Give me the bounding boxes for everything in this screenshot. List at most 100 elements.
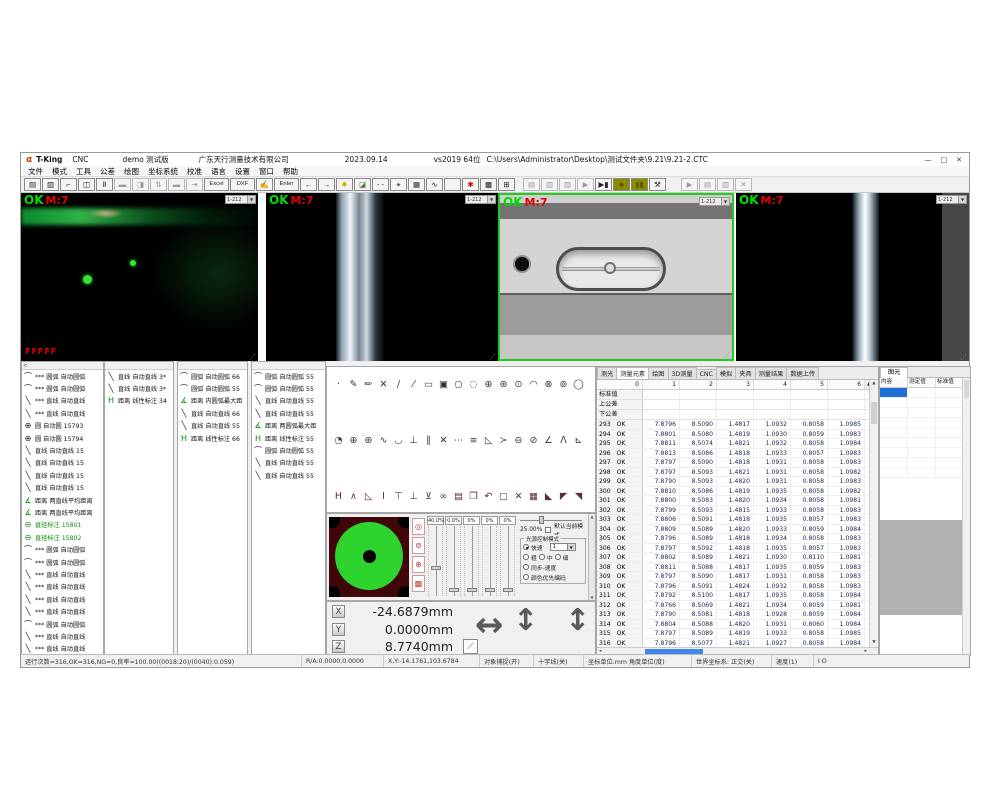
feature-item[interactable]: ╲直线 自动直线 66 [178,407,247,419]
light-slider[interactable]: 0.0% [445,516,462,598]
feature-item[interactable]: ⊕圆 自动圆 15793 [22,420,103,432]
feature-item[interactable]: ⌒*** 圆弧 自动圆弧 [22,618,103,630]
menu-item[interactable]: 设置 [235,166,250,177]
feature-item[interactable]: ∡距离 内圆弧最大距 [178,395,247,407]
slider-thumb[interactable] [539,516,544,524]
table-row[interactable]: 305OK 7.8796 8.5089 1.4818 1.0934 0.8058… [597,534,878,544]
slider-thumb[interactable] [431,566,441,570]
menu-item[interactable]: 坐标系统 [148,166,178,177]
table-row[interactable]: 296OK 7.8813 8.5086 1.4818 1.0933 0.8057… [597,449,878,459]
light-button[interactable]: ✸ [336,178,353,191]
element-row[interactable] [880,428,970,438]
radio-fine[interactable] [555,554,561,560]
probe2-button[interactable]: ◨ [132,178,149,191]
maximize-button[interactable]: □ [941,156,948,164]
tool-icon[interactable]: ⊻ [421,489,436,504]
print-button[interactable]: ▥ [541,178,558,191]
zoom-button[interactable]: ⌖ [390,178,407,191]
scrollbar-thumb[interactable] [964,380,969,398]
tool-icon[interactable]: ⋯ [451,433,466,448]
close-button[interactable]: ✕ [956,156,962,164]
gray-tool-button[interactable]: ▬ [114,178,131,191]
table-row[interactable]: 标准值 [597,390,878,400]
scroll-down-icon[interactable]: ▼ [870,639,878,647]
tool-icon[interactable]: ∠ [541,433,556,448]
menu-item[interactable]: 绘图 [124,166,139,177]
camera-selector[interactable]: 1-212▼ [465,195,496,204]
menu-item[interactable]: 帮助 [283,166,298,177]
radio-sync-speed[interactable] [523,564,529,570]
tool-icon[interactable]: ○ [451,377,466,392]
menu-item[interactable]: 文件 [28,166,43,177]
run-to-end-button[interactable]: ▶▮ [595,178,612,191]
feature-item[interactable]: ╲直线 自动直线 55 [178,420,247,432]
table-row[interactable]: 308OK 7.8811 8.5088 1.4817 1.0935 0.8059… [597,563,878,573]
dxf-button[interactable]: DXF [230,178,255,191]
feature-item[interactable]: ╲*** 直线 自动直线 [22,568,103,580]
feature-item[interactable]: ⌒圆弧 自动圆弧 55 [252,370,325,382]
print2-button[interactable]: ▥ [717,178,734,191]
step-button[interactable]: ⇥ [186,178,203,191]
feature-item[interactable]: ╲*** 直线 自动直线 [22,630,103,642]
tool-icon[interactable]: ✕ [376,377,391,392]
minimize-button[interactable]: — [925,156,932,164]
tool-icon[interactable]: ▭ [421,377,436,392]
arrow-left-button[interactable]: ← [300,178,317,191]
menu-item[interactable]: 公差 [100,166,115,177]
camera-view-3-selected[interactable]: OKM:7 1-212▼ ⋰ [498,193,734,361]
tool-icon[interactable]: ⊾ [571,433,586,448]
table-row[interactable]: 314OK 7.8804 8.5088 1.4820 1.0931 0.8060… [597,620,878,630]
table-row[interactable]: 298OK 7.8797 8.5093 1.4821 1.0931 0.8058… [597,468,878,478]
feature-item[interactable]: ⌒圆弧 自动圆弧 55 [178,382,247,394]
feature-item[interactable]: ╲*** 直线 自动直线 [22,581,103,593]
tab-data-upload[interactable]: 数据上传 [786,367,819,379]
feature-item[interactable]: ╲*** 直线 自动直线 [22,395,103,407]
table-row[interactable]: 316OK 7.8796 8.5077 1.4821 1.0927 0.8058… [597,639,878,648]
radio-color-priority[interactable] [523,574,529,580]
element-row[interactable] [880,448,970,458]
gray2-button[interactable]: ▬ [168,178,185,191]
tool-icon[interactable]: ◠ [526,377,541,392]
feature-item[interactable]: ╲直线 自动直线 15 [22,469,103,481]
table-row[interactable]: 310OK 7.8796 8.5091 1.4824 1.0932 0.8058… [597,582,878,592]
tool-icon[interactable]: ↶ [481,489,496,504]
table-row[interactable]: 303OK 7.8806 8.5091 1.4818 1.0935 0.8057… [597,515,878,525]
menu-item[interactable]: 工具 [76,166,91,177]
table-row[interactable]: 309OK 7.8797 8.5090 1.4817 1.0931 0.8058… [597,572,878,582]
slider-track[interactable] [446,526,461,596]
menu-item[interactable]: 语言 [211,166,226,177]
tool-icon[interactable]: ◌ [466,377,481,392]
feature-item[interactable]: ╲直线 自动直线 55 [252,395,325,407]
tool-icon[interactable]: ⁄ [406,377,421,392]
feature-item[interactable]: ⌒*** 圆弧 自动圆弧 [22,543,103,555]
slider-thumb[interactable] [485,588,495,592]
chevron-down-icon[interactable]: ▼ [247,196,255,203]
feature-item[interactable]: ⌒圆弧 自动圆弧 55 [252,444,325,456]
resize-handle[interactable]: ⋰ [489,353,496,361]
tool-icon[interactable]: ⊛ [496,377,511,392]
camera-selector[interactable]: 1-212▼ [936,195,967,204]
tool-icon[interactable]: ⊤ [391,489,406,504]
table-row[interactable]: 311OK 7.8792 8.5100 1.4817 1.0935 0.8058… [597,591,878,601]
tool-icon[interactable]: ⊙ [511,377,526,392]
image-button[interactable]: ◪ [354,178,371,191]
slider-thumb[interactable] [467,588,477,592]
tool-icon[interactable]: ⊘ [526,433,541,448]
light-mode-icon[interactable]: ⊕ [412,556,425,573]
element-row[interactable] [880,398,970,408]
tool-icon[interactable]: ∧ [346,489,361,504]
tool-icon[interactable]: ◥ [571,489,586,504]
table-row[interactable]: 306OK 7.8797 8.5092 1.4818 1.0935 0.8057… [597,544,878,554]
feature-item[interactable]: ⌒*** 圆弧 自动圆弧 [22,382,103,394]
tab-measure-elements[interactable]: 测量元素 [616,367,649,379]
feature-item[interactable]: ╲*** 直线 自动直线 [22,605,103,617]
chevron-down-icon[interactable]: ▼ [958,196,966,203]
table-row[interactable]: 294OK 7.8801 8.5080 1.4819 1.0930 0.8059… [597,430,878,440]
feature-item[interactable]: ╲*** 直线 自动直线 [22,593,103,605]
table-row[interactable]: 304OK 7.8809 8.5089 1.4820 1.0933 0.8059… [597,525,878,535]
tool-icon[interactable]: Ι [376,489,391,504]
menu-item[interactable]: 校准 [187,166,202,177]
open-button[interactable]: ▨ [42,178,59,191]
tool-icon[interactable]: ∕ [391,377,406,392]
feature-item[interactable]: ⌒*** 圆弧 自动圆弧 [22,556,103,568]
